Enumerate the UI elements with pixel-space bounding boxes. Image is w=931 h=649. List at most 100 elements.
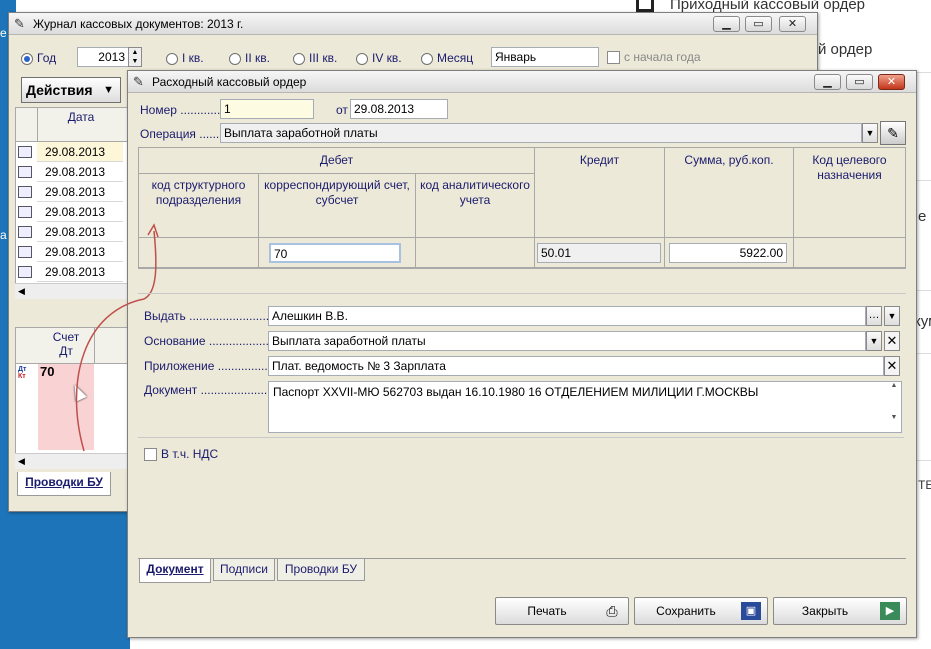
from-start-label: с начала года	[624, 50, 701, 64]
maximize-button[interactable]: ▭	[846, 74, 873, 90]
year-spinner[interactable]: ▲ ▼	[128, 47, 142, 67]
minimize-button[interactable]: ▁	[814, 74, 841, 90]
close-button-label: Закрыть	[801, 604, 849, 618]
purpose-cell[interactable]	[794, 238, 906, 268]
print-button[interactable]: Печать ⎙	[495, 597, 629, 625]
table-row[interactable]: 29.08.2013	[37, 162, 123, 182]
background-left-text: а	[0, 228, 7, 242]
operation-label: Операция .......	[140, 127, 223, 141]
issue-browse-button[interactable]: …	[866, 306, 882, 326]
basis-clear-button[interactable]: ✕	[884, 331, 900, 351]
radio-q4-label: IV кв.	[372, 51, 402, 65]
cash-order-titlebar[interactable]: ✎ Расходный кассовый ордер ▁ ▭ ✕	[128, 71, 916, 93]
sum-header: Сумма, руб.коп.	[665, 148, 794, 238]
edit-operation-icon[interactable]: ✎	[880, 121, 906, 145]
credit-header: Кредит	[535, 148, 665, 238]
analytic-cell[interactable]	[416, 238, 535, 268]
attachment-input[interactable]: Плат. ведомость № 3 Зарплата	[268, 356, 884, 376]
background-text-5: ТЕ	[918, 478, 931, 492]
radio-q1-label: I кв.	[182, 51, 204, 65]
number-input[interactable]: 1	[220, 99, 314, 119]
radio-q4[interactable]	[356, 53, 368, 65]
document-icon	[18, 206, 32, 218]
issue-label: Выдать ........................	[144, 309, 270, 323]
attachment-label: Приложение ...................	[144, 359, 282, 373]
radio-q1[interactable]	[166, 53, 178, 65]
save-button-label: Сохранить	[656, 604, 716, 618]
tab-document[interactable]: Документ	[139, 559, 211, 583]
from-start-checkbox[interactable]	[607, 51, 620, 64]
entries-table: Дебет Кредит Сумма, руб.коп. Код целевог…	[138, 147, 906, 269]
year-input[interactable]: 2013	[77, 47, 129, 67]
document-label: Документ .....................	[144, 383, 271, 397]
radio-year-label: Год	[37, 51, 57, 65]
corr-account-input[interactable]: 70	[269, 243, 401, 263]
basis-label: Основание ....................	[144, 334, 276, 348]
operation-dropdown-button[interactable]: ▼	[862, 123, 878, 143]
grid-row-icons	[15, 142, 37, 282]
background-left-text: е	[0, 26, 7, 40]
sum-input[interactable]: 5922.00	[669, 243, 787, 263]
radio-year[interactable]	[21, 53, 33, 65]
radio-q3[interactable]	[293, 53, 305, 65]
vat-label: В т.ч. НДС	[161, 447, 219, 461]
radio-month[interactable]	[421, 53, 433, 65]
document-icon	[18, 266, 32, 278]
save-button[interactable]: Сохранить ▣	[634, 597, 768, 625]
date-column-header[interactable]: Дата	[38, 110, 124, 124]
purpose-header: Код целевого назначения	[794, 148, 906, 238]
form-separator	[138, 293, 906, 294]
attachment-clear-button[interactable]: ✕	[884, 356, 900, 376]
credit-account-input[interactable]: 50.01	[537, 243, 661, 263]
grid-header-marker	[16, 108, 38, 142]
close-button[interactable]: ✕	[779, 16, 806, 32]
number-label: Номер ............	[140, 103, 221, 117]
vat-checkbox[interactable]	[144, 448, 157, 461]
dtkt-icon: Дт Кт	[18, 366, 26, 380]
corr-header-line1: корреспондирующий счет,	[264, 178, 410, 192]
chevron-down-icon: ▼	[103, 84, 114, 96]
minimize-button[interactable]: ▁	[713, 16, 740, 32]
table-row[interactable]: 29.08.2013	[37, 182, 123, 202]
actions-button[interactable]: Действия ▼	[21, 77, 121, 103]
issue-dropdown-button[interactable]: ▼	[884, 306, 900, 326]
close-dialog-button[interactable]: Закрыть ▶	[773, 597, 907, 625]
document-scrollbar[interactable]: ▲ ▼	[887, 382, 901, 432]
radio-q2-label: II кв.	[245, 51, 270, 65]
dtkt-top: Дт	[18, 366, 27, 373]
date-from-label: от	[336, 103, 348, 117]
radio-q2[interactable]	[229, 53, 241, 65]
desktop-background-bottom	[0, 512, 130, 649]
print-button-label: Печать	[527, 604, 567, 618]
month-select[interactable]: Январь	[491, 47, 599, 67]
maximize-button[interactable]: ▭	[745, 16, 772, 32]
corr-header-line2: субсчет	[315, 193, 359, 207]
background-text-3: е	[918, 208, 927, 225]
exit-door-icon: ▶	[880, 602, 900, 620]
table-row[interactable]: 29.08.2013	[37, 142, 123, 162]
radio-month-label: Месяц	[437, 51, 474, 65]
basis-input[interactable]: Выплата заработной платы	[268, 331, 866, 351]
tab-signatures[interactable]: Подписи	[213, 559, 275, 581]
analytic-header: код аналитического учета	[416, 174, 535, 238]
radio-q3-label: III кв.	[309, 51, 338, 65]
table-row[interactable]: 29.08.2013	[37, 202, 123, 222]
debit-header: Дебет	[139, 148, 535, 174]
background-text-2: й ордер	[818, 41, 873, 58]
journal-window-icon: ✎	[14, 16, 25, 31]
document-icon	[18, 186, 32, 198]
purpose-header-line1: Код целевого	[812, 153, 887, 167]
close-button[interactable]: ✕	[878, 74, 905, 90]
operation-select[interactable]: Выплата заработной платы	[220, 123, 862, 143]
date-input[interactable]: 29.08.2013	[350, 99, 448, 119]
analytic-header-line1: код аналитического	[420, 178, 530, 192]
document-icon	[18, 166, 32, 178]
basis-dropdown-button[interactable]: ▼	[866, 331, 882, 351]
tab-postings[interactable]: Проводки БУ	[277, 559, 365, 581]
issue-input[interactable]: Алешкин В.В.	[268, 306, 866, 326]
tab-journal-entries[interactable]: Проводки БУ	[17, 472, 111, 496]
journal-titlebar[interactable]: ✎ Журнал кассовых документов: 2013 г. ▁ …	[9, 13, 817, 35]
document-textarea[interactable]: Паспорт XXVII-МЮ 562703 выдан 16.10.1980…	[268, 381, 902, 433]
account-value: 70	[40, 364, 55, 379]
purpose-header-line2: назначения	[817, 168, 882, 182]
